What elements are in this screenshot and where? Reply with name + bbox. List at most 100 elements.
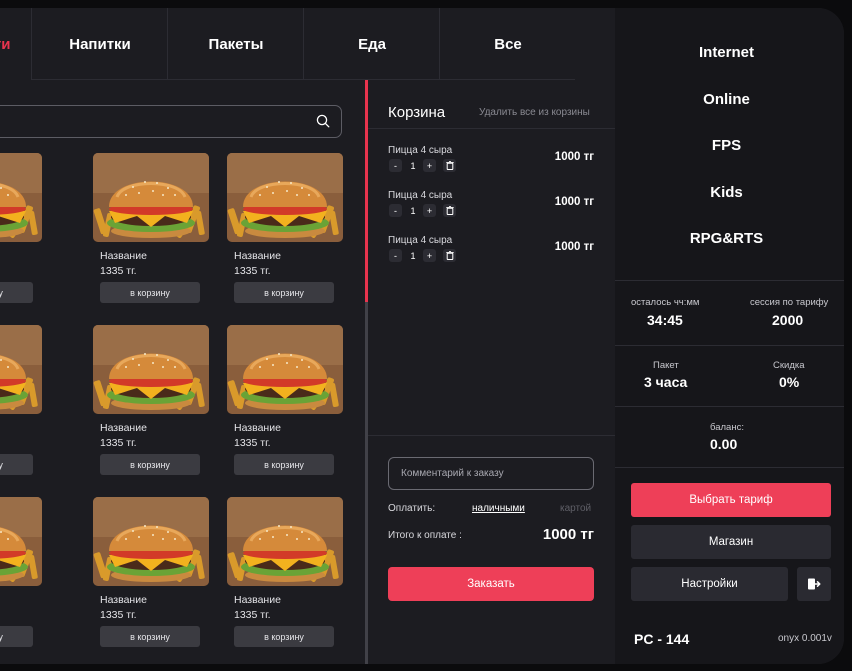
product-card[interactable]: Название1335 тг.в корзину (0, 497, 42, 647)
increase-qty-button[interactable]: + (423, 249, 436, 262)
category-fps[interactable]: FPS (615, 137, 838, 154)
order-comment-field[interactable]: Комментарий к заказу (388, 457, 594, 490)
cart-header-divider (368, 128, 616, 129)
category-online[interactable]: Online (615, 91, 838, 108)
delete-item-button[interactable] (443, 249, 456, 262)
product-price: 1335 тг. (234, 437, 271, 449)
burger-image (93, 153, 209, 242)
trash-icon (445, 161, 454, 170)
add-to-cart-button[interactable]: в корзину (100, 282, 200, 303)
product-price: 1335 тг. (100, 437, 137, 449)
right-panel: Internet Online FPS Kids RPG&RTS осталос… (615, 8, 844, 664)
time-left-value: 34:45 (647, 312, 683, 328)
add-to-cart-button[interactable]: в корзину (0, 454, 33, 475)
clear-cart-link[interactable]: Удалить все из корзины (479, 107, 590, 118)
cart-item-name: Пицца 4 сыра (388, 235, 453, 246)
cart-item: Пицца 4 сыра -1 +1000 тг (388, 145, 594, 177)
trash-icon (445, 251, 454, 260)
burger-image (0, 497, 42, 586)
discount-value: 0% (779, 374, 800, 390)
panel-divider (615, 406, 844, 407)
category-kids[interactable]: Kids (615, 184, 838, 201)
cart-divider-accent (365, 80, 368, 302)
product-image[interactable] (227, 325, 343, 414)
category-rpg-rts[interactable]: RPG&RTS (615, 230, 838, 247)
pay-cash-option[interactable]: наличными (472, 503, 525, 514)
logout-icon (808, 578, 821, 590)
product-image[interactable] (227, 153, 343, 242)
delete-item-button[interactable] (443, 159, 456, 172)
package-value: 3 часа (644, 374, 688, 390)
cart-item-name: Пицца 4 сыра (388, 190, 453, 201)
product-name: Название (100, 422, 147, 434)
product-image[interactable] (0, 325, 42, 414)
burger-image (227, 497, 343, 586)
pc-label: PC - 144 (634, 631, 690, 647)
add-to-cart-button[interactable]: в корзину (234, 626, 334, 647)
burger-image (227, 153, 343, 242)
cart-title: Корзина (388, 104, 446, 121)
cart-item-price: 1000 тг (554, 241, 594, 253)
version-label: onyx 0.001v (778, 633, 832, 644)
product-name: Название (100, 250, 147, 262)
search-icon[interactable] (316, 114, 330, 128)
cart-item: Пицца 4 сыра -1 +1000 тг (388, 190, 594, 222)
balance-value: 0.00 (710, 436, 738, 452)
product-card[interactable]: Название 1335 тг. в корзину (227, 497, 343, 647)
add-to-cart-button[interactable]: в корзину (100, 626, 200, 647)
shop-button[interactable]: Магазин (631, 525, 831, 559)
time-left-label: осталось чч:мм (631, 297, 700, 308)
decrease-qty-button[interactable]: - (389, 249, 402, 262)
total-label: Итого к оплате : (388, 530, 462, 541)
product-image[interactable] (0, 497, 42, 586)
tabs-divider (32, 79, 575, 80)
product-price: 1335 тг. (100, 609, 137, 621)
tab-food[interactable]: Еда (303, 8, 440, 80)
tab-all[interactable]: Все (439, 8, 576, 80)
choose-tariff-button[interactable]: Выбрать тариф (631, 483, 831, 517)
product-image[interactable] (93, 325, 209, 414)
payment-label: Оплатить: (388, 503, 436, 514)
settings-button[interactable]: Настройки (631, 567, 788, 601)
product-card[interactable]: Название1335 тг.в корзину (93, 497, 209, 647)
product-card[interactable]: Название1335 тг.в корзину (0, 325, 42, 475)
burger-image (0, 153, 42, 242)
cart-item-qty: 1 (410, 160, 416, 171)
product-card[interactable]: Название1335 тг.в корзину (227, 153, 343, 303)
category-tabs: Услуги Напитки Пакеты Еда Все (0, 8, 575, 80)
decrease-qty-button[interactable]: - (389, 159, 402, 172)
add-to-cart-button[interactable]: в корзину (234, 282, 334, 303)
product-card[interactable]: Название1335 тг.в корзину (227, 325, 343, 475)
product-card[interactable]: Название 1335 тг. в корзину (93, 153, 209, 303)
product-image[interactable] (93, 497, 209, 586)
increase-qty-button[interactable]: + (423, 204, 436, 217)
trash-icon (445, 206, 454, 215)
tab-services[interactable]: Услуги (0, 8, 31, 80)
product-name: Название (234, 594, 281, 606)
search-input[interactable] (0, 105, 342, 138)
add-to-cart-button[interactable]: в корзину (0, 282, 33, 303)
category-internet[interactable]: Internet (615, 44, 838, 61)
add-to-cart-button[interactable]: в корзину (234, 454, 334, 475)
product-card[interactable]: Название 1335 тг. в корзину (93, 325, 209, 475)
pay-card-option[interactable]: картой (560, 503, 591, 514)
session-label: сессия по тарифу (750, 297, 829, 308)
order-button[interactable]: Заказать (388, 567, 594, 601)
product-card[interactable]: Название1335 тг.в корзину (0, 153, 42, 303)
logout-button[interactable] (797, 567, 831, 601)
burger-image (227, 325, 343, 414)
add-to-cart-button[interactable]: в корзину (100, 454, 200, 475)
product-image[interactable] (93, 153, 209, 242)
decrease-qty-button[interactable]: - (389, 204, 402, 217)
cart-bottom-divider (368, 435, 616, 436)
product-price: 1335 тг. (234, 609, 271, 621)
increase-qty-button[interactable]: + (423, 159, 436, 172)
product-image[interactable] (0, 153, 42, 242)
delete-item-button[interactable] (443, 204, 456, 217)
product-price: 1335 тг. (100, 265, 137, 277)
panel-divider (615, 345, 844, 346)
product-image[interactable] (227, 497, 343, 586)
tab-drinks[interactable]: Напитки (31, 8, 168, 80)
add-to-cart-button[interactable]: в корзину (0, 626, 33, 647)
tab-packages[interactable]: Пакеты (167, 8, 304, 80)
